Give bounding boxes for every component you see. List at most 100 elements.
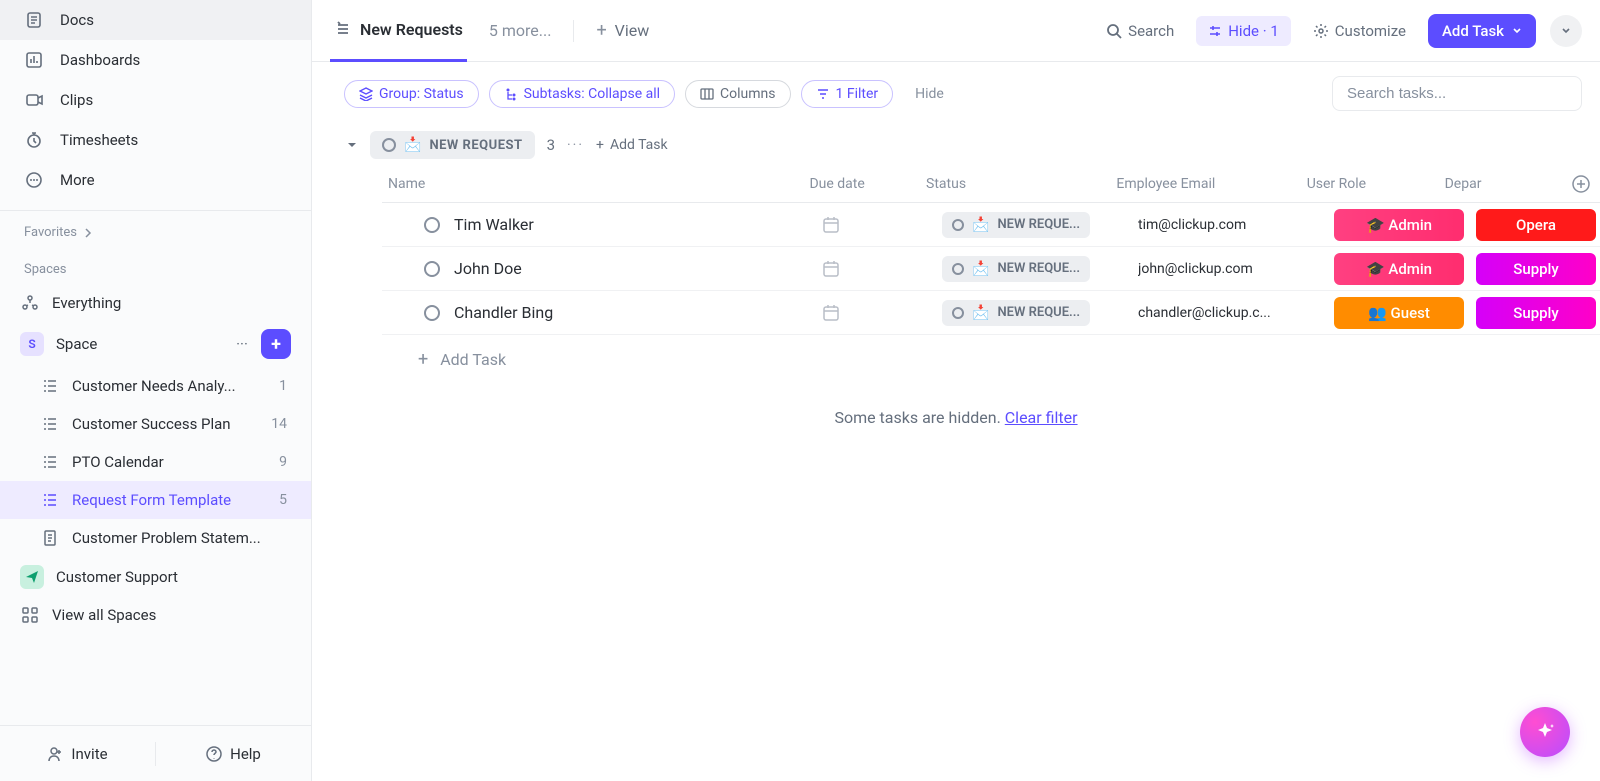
clear-filter-link[interactable]: Clear filter <box>1005 408 1078 427</box>
space-more-icon[interactable]: ··· <box>229 331 255 357</box>
customer-support-space[interactable]: Customer Support <box>0 557 311 597</box>
add-view-button[interactable]: + View <box>592 0 653 62</box>
role-badge[interactable]: 🎓 Admin <box>1334 253 1464 285</box>
list-item[interactable]: Customer Needs Analy... 1 <box>0 367 311 405</box>
col-due[interactable]: Due date <box>809 176 926 192</box>
dashboard-icon <box>24 50 44 70</box>
role-badge[interactable]: 👥 Guest <box>1334 297 1464 329</box>
filter-pill[interactable]: 1 Filter <box>801 80 894 108</box>
list-item[interactable]: PTO Calendar9 <box>0 443 311 481</box>
status-circle-icon[interactable] <box>424 217 440 233</box>
plus-circle-icon <box>1572 175 1590 193</box>
col-name[interactable]: Name <box>382 176 809 192</box>
nav-docs[interactable]: Docs <box>0 0 311 40</box>
role-badge[interactable]: 🎓 Admin <box>1334 209 1464 241</box>
timesheet-icon <box>24 130 44 150</box>
search-button[interactable]: Search <box>1098 16 1182 46</box>
status-circle-icon[interactable] <box>424 305 440 321</box>
subtasks-pill[interactable]: Subtasks: Collapse all <box>489 80 675 108</box>
space-avatar: S <box>20 332 44 356</box>
nav-label: Docs <box>60 11 94 29</box>
table-row[interactable]: Tim Walker 📩NEW REQUE... tim@clickup.com… <box>382 203 1600 247</box>
main: New Requests 5 more... + View Search Hid… <box>312 0 1600 781</box>
email-cell[interactable]: john@clickup.com <box>1138 261 1334 277</box>
collapse-group-icon[interactable] <box>346 139 358 151</box>
favorites-header[interactable]: Favorites <box>0 211 311 248</box>
list-item[interactable]: Request Form Template 5 <box>0 481 311 519</box>
filter-icon <box>816 87 830 101</box>
email-cell[interactable]: chandler@clickup.c... <box>1138 305 1334 321</box>
columns-icon <box>700 87 714 101</box>
calendar-icon[interactable] <box>822 260 840 278</box>
envelope-icon: 📩 <box>972 305 989 321</box>
sparkle-icon <box>1534 721 1556 743</box>
table-row[interactable]: Chandler Bing 📩NEW REQUE... chandler@cli… <box>382 291 1600 335</box>
tab-more[interactable]: 5 more... <box>485 0 556 62</box>
tab-new-requests[interactable]: New Requests <box>330 0 467 62</box>
task-name[interactable]: John Doe <box>454 259 522 278</box>
status-pill[interactable]: 📩NEW REQUE... <box>942 300 1090 326</box>
view-all-spaces[interactable]: View all Spaces <box>0 597 311 633</box>
list-icon <box>40 452 60 472</box>
list-item[interactable]: Customer Problem Statem... <box>0 519 311 557</box>
task-name[interactable]: Chandler Bing <box>454 303 553 322</box>
hide-button[interactable]: Hide · 1 <box>1196 16 1291 46</box>
space-row[interactable]: S Space ··· + <box>0 321 311 367</box>
plus-icon: + <box>596 137 604 153</box>
invite-button[interactable]: Invite <box>0 726 155 781</box>
add-task-button[interactable]: Add Task <box>1428 14 1536 48</box>
email-cell[interactable]: tim@clickup.com <box>1138 217 1334 233</box>
add-task-row[interactable]: + Add Task <box>382 335 1600 384</box>
group-status-chip[interactable]: 📩 NEW REQUEST <box>370 131 535 159</box>
calendar-icon[interactable] <box>822 216 840 234</box>
nav-timesheets[interactable]: Timesheets <box>0 120 311 160</box>
status-ring-icon <box>382 138 396 152</box>
nav-clips[interactable]: Clips <box>0 80 311 120</box>
dept-badge[interactable]: Opera <box>1476 209 1596 241</box>
list-icon <box>40 376 60 396</box>
task-name[interactable]: Tim Walker <box>454 215 534 234</box>
add-column-button[interactable] <box>1561 175 1600 193</box>
list-count: 1 <box>279 378 291 394</box>
status-ring-icon <box>952 219 964 231</box>
customize-button[interactable]: Customize <box>1305 16 1414 46</box>
ai-fab-button[interactable] <box>1520 707 1570 757</box>
list-item[interactable]: Customer Success Plan14 <box>0 405 311 443</box>
dept-badge[interactable]: Supply <box>1476 297 1596 329</box>
spaces-header[interactable]: Spaces <box>0 248 311 285</box>
list-label: Customer Needs Analy... <box>72 377 267 395</box>
group-add-task[interactable]: + Add Task <box>596 137 668 153</box>
nav-label: More <box>60 171 95 189</box>
nav-label: Dashboards <box>60 51 140 69</box>
list-label: Request Form Template <box>72 491 267 509</box>
expand-button[interactable] <box>1550 15 1582 47</box>
col-email[interactable]: Employee Email <box>1116 176 1306 192</box>
hide-link[interactable]: Hide <box>903 86 956 102</box>
nav-more[interactable]: More <box>0 160 311 200</box>
col-dept[interactable]: Depar <box>1445 176 1562 192</box>
status-circle-icon[interactable] <box>424 261 440 277</box>
dept-badge[interactable]: Supply <box>1476 253 1596 285</box>
columns-pill[interactable]: Columns <box>685 80 790 108</box>
col-status[interactable]: Status <box>926 176 1116 192</box>
layers-icon <box>359 87 373 101</box>
toolbar: New Requests 5 more... + View Search Hid… <box>312 0 1600 62</box>
group-pill[interactable]: Group: Status <box>344 80 479 108</box>
chevron-down-icon <box>1512 26 1522 36</box>
status-pill[interactable]: 📩NEW REQUE... <box>942 212 1090 238</box>
calendar-icon[interactable] <box>822 304 840 322</box>
search-tasks-input[interactable] <box>1332 76 1582 111</box>
list-label: Customer Success Plan <box>72 415 259 433</box>
list-count: 5 <box>279 492 291 508</box>
table-row[interactable]: John Doe 📩NEW REQUE... john@clickup.com … <box>382 247 1600 291</box>
col-role[interactable]: User Role <box>1307 176 1445 192</box>
help-button[interactable]: Help <box>156 726 311 781</box>
status-pill[interactable]: 📩NEW REQUE... <box>942 256 1090 282</box>
pin-list-icon <box>334 20 352 38</box>
group-more-icon[interactable]: ··· <box>567 137 584 153</box>
hidden-tasks-message: Some tasks are hidden. Clear filter <box>312 384 1600 451</box>
status-ring-icon <box>952 263 964 275</box>
space-add-button[interactable]: + <box>261 329 291 359</box>
everything-item[interactable]: Everything <box>0 285 311 321</box>
nav-dashboards[interactable]: Dashboards <box>0 40 311 80</box>
